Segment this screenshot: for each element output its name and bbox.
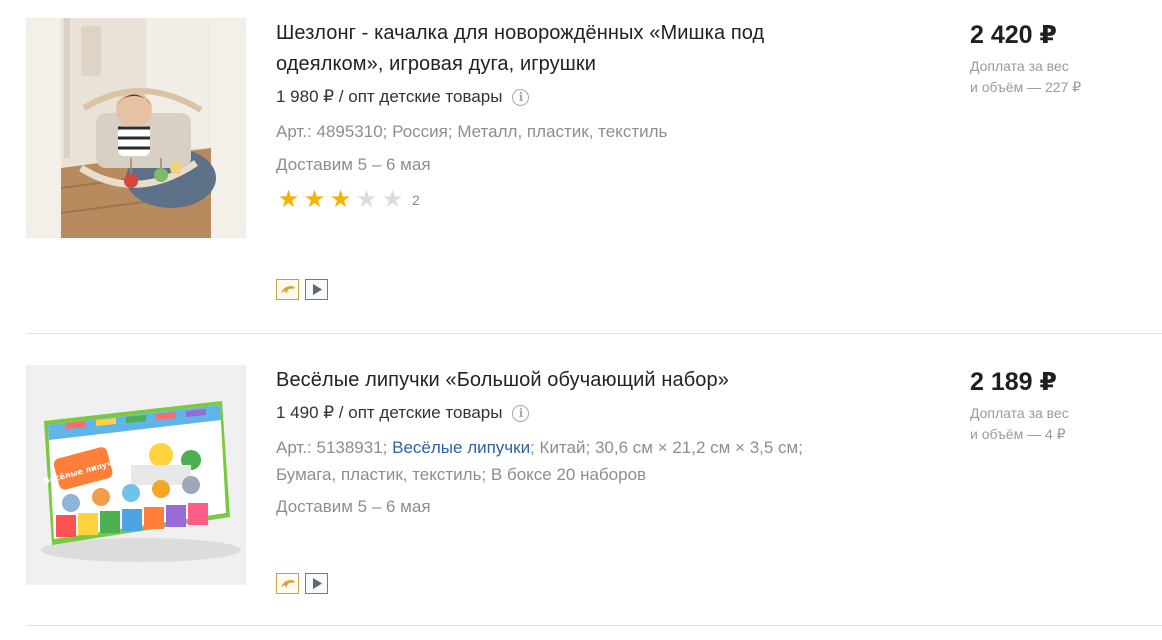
star-filled-icon: ★ [277, 186, 300, 213]
product-card: Весёлые липучки Весёлые липучки «Большой… [0, 347, 1162, 627]
product-title[interactable]: Шезлонг - качалка для новорождённых «Миш… [276, 18, 876, 80]
star-empty-icon: ★ [381, 186, 404, 213]
product-badges [276, 279, 328, 300]
review-count[interactable]: 2 [412, 192, 420, 208]
extra-charge-line2: и объём — 227 ₽ [970, 79, 1082, 95]
brand-link[interactable]: Весёлые липучки [392, 438, 530, 457]
wholesale-price-row: 1 980 ₽ / опт детские товары i [276, 85, 876, 109]
product-image[interactable]: Весёлые липучки [26, 365, 246, 585]
product-meta-line2: Бумага, пластик, текстиль; В боксе 20 на… [276, 465, 647, 484]
divider [26, 333, 1162, 334]
price-box: 2 420 ₽ Доплата за вес и объём — 227 ₽ [970, 18, 1150, 98]
product-image[interactable] [26, 18, 246, 238]
extra-charge: Доплата за вес и объём — 4 ₽ [970, 403, 1150, 445]
info-icon[interactable]: i [512, 404, 530, 422]
extra-charge-line2: и объём — 4 ₽ [970, 426, 1066, 442]
star-empty-icon: ★ [355, 186, 378, 213]
product-price: 2 189 ₽ [970, 368, 1057, 396]
extra-charge-line1: Доплата за вес [970, 58, 1069, 74]
delivery-date: Доставим 5 – 6 мая [276, 497, 431, 516]
extra-charge: Доплата за вес и объём — 227 ₽ [970, 56, 1150, 98]
dolphin-icon[interactable] [276, 279, 299, 300]
product-info: Шезлонг - качалка для новорождённых «Миш… [276, 18, 876, 212]
product-card: Шезлонг - качалка для новорождённых «Миш… [0, 0, 1162, 334]
wholesale-price: 1 490 ₽ / опт детские товары [276, 403, 503, 422]
product-meta-suffix: ; Китай; 30,6 см × 21,2 см × 3,5 см; [530, 438, 803, 457]
price-box: 2 189 ₽ Доплата за вес и объём — 4 ₽ [970, 365, 1150, 445]
star-filled-icon: ★ [303, 186, 326, 213]
info-icon[interactable]: i [512, 88, 530, 106]
extra-charge-line1: Доплата за вес [970, 405, 1069, 421]
divider [26, 625, 1162, 626]
play-icon[interactable] [305, 573, 328, 594]
product-meta: Арт.: 5138931; Весёлые липучки; Китай; 3… [276, 434, 876, 488]
product-info: Весёлые липучки «Большой обучающий набор… [276, 365, 876, 519]
wholesale-price-row: 1 490 ₽ / опт детские товары i [276, 401, 876, 425]
wholesale-price: 1 980 ₽ / опт детские товары [276, 87, 503, 106]
product-meta: Арт.: 4895310; Россия; Металл, пластик, … [276, 122, 668, 141]
product-title[interactable]: Весёлые липучки «Большой обучающий набор… [276, 365, 876, 396]
product-price: 2 420 ₽ [970, 21, 1057, 49]
product-badges [276, 573, 328, 594]
delivery-date: Доставим 5 – 6 мая [276, 155, 431, 174]
play-icon[interactable] [305, 279, 328, 300]
star-filled-icon: ★ [329, 186, 352, 213]
dolphin-icon[interactable] [276, 573, 299, 594]
product-meta-prefix: Арт.: 5138931; [276, 438, 393, 457]
rating-stars[interactable]: ★ ★ ★ ★ ★ 2 [276, 188, 876, 212]
